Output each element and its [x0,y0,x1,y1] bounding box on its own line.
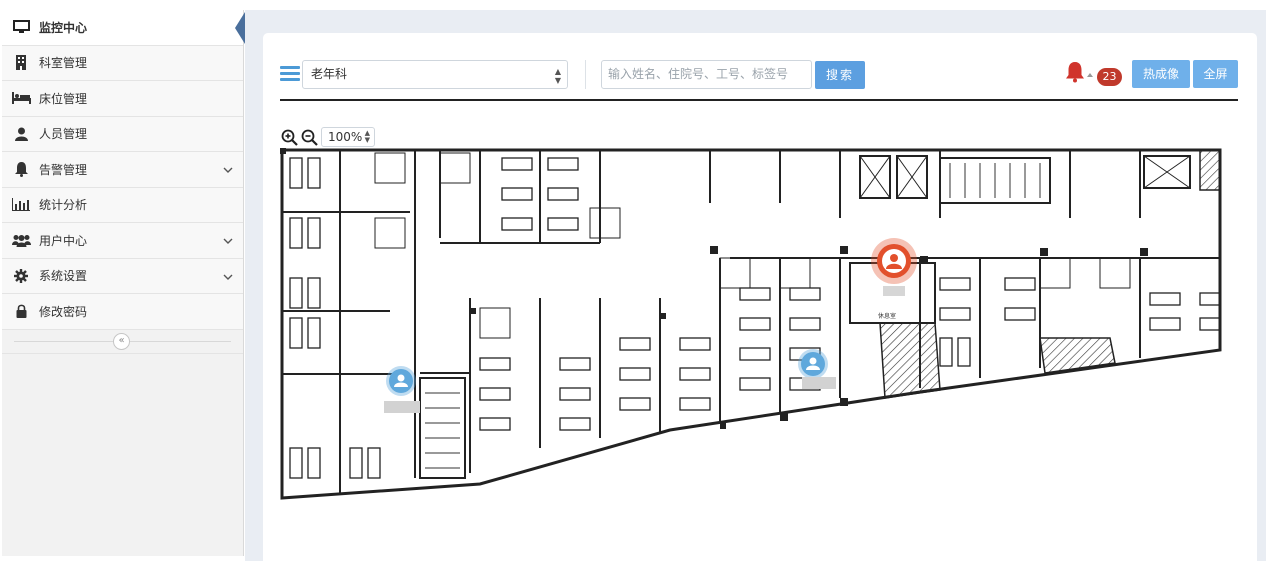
user-icon [11,126,31,142]
bell-icon [11,161,31,177]
sidebar-collapse-row: « [2,330,243,354]
divider [585,60,586,89]
alert-count-badge: 23 [1097,68,1122,86]
name-tag-blurred [384,401,420,413]
nav-label: 监控中心 [39,20,88,35]
search-placeholder: 输入姓名、住院号、工号、标签号 [608,67,789,81]
zoom-in-icon[interactable] [281,129,298,146]
nav-label: 统计分析 [39,198,88,213]
alert-bell-icon[interactable] [1063,60,1087,84]
nav-staff-management[interactable]: 人员管理 [2,116,243,152]
staff-marker-normal[interactable] [386,366,416,396]
name-tag-blurred [883,286,905,296]
select-arrows-icon: ▲ ▼ [364,129,370,144]
users-icon [11,232,31,248]
bed-icon [11,90,31,106]
nav-label: 科室管理 [39,56,88,71]
zoom-level-value: 100% [328,130,363,144]
fullscreen-button[interactable]: 全屏 [1193,60,1238,88]
zoom-out-icon[interactable] [301,129,318,146]
monitor-panel: 老年科 ▲ ▼ 输入姓名、住院号、工号、标签号 搜索 23 热成像 全屏 100… [263,33,1257,561]
zoom-level-select[interactable]: 100% ▲ ▼ [321,127,375,147]
room-label-rest-room: 休息室 [878,312,896,320]
active-pointer-icon [235,12,245,44]
nav-label: 告警管理 [39,162,88,177]
caret-up-icon [1087,73,1093,77]
department-select[interactable]: 老年科 ▲ ▼ [302,60,568,89]
select-arrows-icon: ▲ ▼ [554,67,561,85]
chevron-down-icon [223,270,233,284]
nav-bed-management[interactable]: 床位管理 [2,81,243,117]
department-value: 老年科 [311,67,348,81]
nav-statistics[interactable]: 统计分析 [2,187,243,223]
nav-monitor-center[interactable]: 监控中心 [2,10,245,46]
floor-plan-map[interactable]: 休息室 [280,148,1228,501]
nav-label: 床位管理 [39,91,88,106]
chevron-down-icon [223,163,233,177]
nav-label: 修改密码 [39,304,88,319]
sidebar: 监控中心 科室管理 床位管理 人员管理 告警管理 统计分析 用户中心 系统设置 … [2,10,245,556]
search-input[interactable]: 输入姓名、住院号、工号、标签号 [601,60,812,89]
nav-label: 系统设置 [39,269,88,284]
sidebar-collapse-button[interactable]: « [113,332,130,350]
nav-department-management[interactable]: 科室管理 [2,45,243,81]
nav-system-settings[interactable]: 系统设置 [2,258,243,294]
divider [280,99,1238,101]
staff-marker-normal[interactable] [798,349,828,379]
staff-marker-alert[interactable] [871,238,917,284]
monitor-icon [11,19,31,35]
nav-label: 人员管理 [39,127,88,142]
building-icon [11,55,31,71]
nav-user-center[interactable]: 用户中心 [2,223,243,259]
bar-chart-icon [11,197,31,213]
lock-icon [11,303,31,319]
search-button[interactable]: 搜索 [815,61,865,89]
gear-icon [11,268,31,284]
nav-change-password[interactable]: 修改密码 [2,294,243,330]
nav-label: 用户中心 [39,233,88,248]
thermal-imaging-button[interactable]: 热成像 [1132,60,1190,88]
menu-toggle-icon[interactable] [280,66,300,83]
nav-alert-management[interactable]: 告警管理 [2,152,243,188]
name-tag-blurred [802,377,836,389]
chevron-down-icon [223,234,233,248]
